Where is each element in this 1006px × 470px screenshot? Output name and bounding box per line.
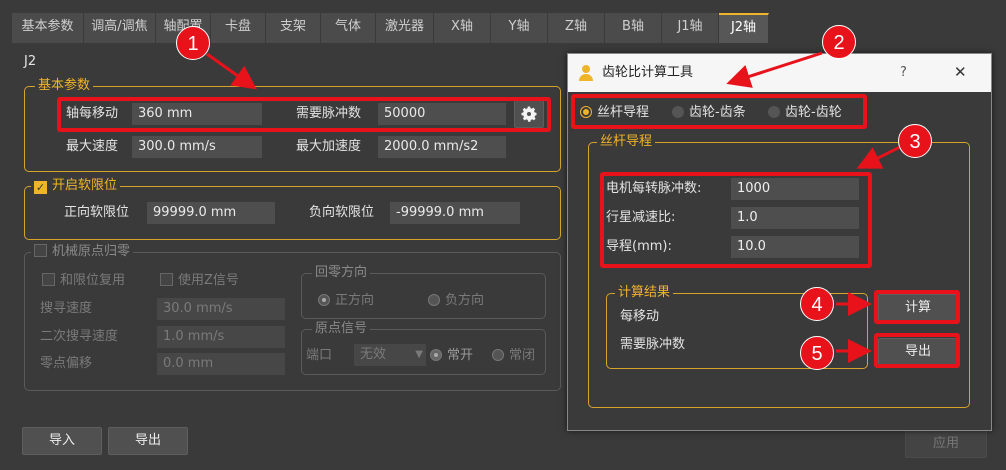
tab-12[interactable]: J2轴 — [719, 13, 769, 43]
tab-1[interactable]: 调高/调焦 — [84, 13, 156, 43]
port-select-value: 无效 — [360, 347, 387, 362]
tab-8[interactable]: Y轴 — [491, 13, 548, 43]
result-move-label: 每移动 — [620, 309, 660, 324]
max-accel-label: 最大加速度 — [296, 139, 362, 154]
dir-positive-radio[interactable] — [318, 294, 330, 306]
annotation-box-2 — [571, 94, 867, 129]
and-limit-checkbox[interactable] — [42, 273, 55, 286]
offset-label: 零点偏移 — [40, 356, 93, 371]
search-speed-label: 搜寻速度 — [40, 301, 93, 316]
annotation-arrow-1 — [206, 52, 257, 90]
dialog-title-bar[interactable]: 齿轮比计算工具 ? ✕ — [568, 54, 991, 92]
tab-bar: 基本参数 调高/调焦 轴配置 卡盘 支架 气体 激光器 X轴 Y轴 Z轴 B轴 J1轴 J2轴 — [12, 13, 769, 43]
use-z-checkbox[interactable] — [160, 273, 173, 286]
port-label: 端口 — [306, 348, 333, 363]
dialog-title: 齿轮比计算工具 — [602, 65, 694, 80]
pos-limit-field[interactable]: 99999.0 mm — [147, 202, 275, 224]
normally-open-radio[interactable] — [430, 349, 442, 361]
port-select[interactable]: 无效 ▼ — [354, 344, 426, 366]
use-z-option[interactable]: 使用Z信号 — [160, 272, 239, 290]
tab-10[interactable]: B轴 — [605, 13, 662, 43]
annotation-badge-1: 1 — [176, 26, 210, 60]
chevron-down-icon: ▼ — [415, 349, 423, 360]
pos-limit-label: 正向软限位 — [64, 205, 130, 220]
dir-negative-radio[interactable] — [428, 294, 440, 306]
dialog-close-button[interactable]: ✕ — [954, 63, 967, 81]
tab-5[interactable]: 气体 — [321, 13, 376, 43]
use-z-text: 使用Z信号 — [178, 273, 239, 288]
dir-positive-text: 正方向 — [335, 293, 375, 308]
axis-title: J2 — [24, 54, 37, 69]
apply-button[interactable]: 应用 — [905, 430, 987, 458]
normally-closed-radio[interactable] — [492, 349, 504, 361]
search-speed-field[interactable]: 30.0 mm/s — [157, 298, 285, 320]
user-icon — [579, 65, 593, 81]
basic-params-legend: 基本参数 — [35, 78, 94, 94]
normally-open-option[interactable]: 常开 — [430, 347, 473, 365]
soft-limit-checkbox[interactable]: ✓ — [34, 181, 47, 194]
max-speed-field[interactable]: 300.0 mm/s — [132, 136, 262, 158]
lead-screw-legend: 丝杆导程 — [597, 134, 656, 150]
homing-checkbox[interactable] — [34, 244, 47, 257]
annotation-box-4 — [874, 290, 960, 324]
annotation-box-3 — [600, 172, 872, 268]
normally-closed-option[interactable]: 常闭 — [492, 347, 535, 365]
tab-3[interactable]: 卡盘 — [211, 13, 266, 43]
second-speed-label: 二次搜寻速度 — [40, 329, 119, 344]
export-button[interactable]: 导出 — [108, 427, 188, 455]
annotation-badge-2: 2 — [822, 25, 856, 59]
dialog-help-button[interactable]: ? — [900, 64, 907, 82]
max-accel-field[interactable]: 2000.0 mm/s2 — [378, 136, 506, 158]
tab-4[interactable]: 支架 — [266, 13, 321, 43]
tab-11[interactable]: J1轴 — [662, 13, 719, 43]
soft-limit-legend-text: 开启软限位 — [52, 178, 118, 193]
home-direction-legend: 回零方向 — [312, 265, 371, 281]
result-legend: 计算结果 — [615, 285, 674, 301]
normally-closed-text: 常闭 — [509, 348, 536, 363]
annotation-badge-3: 3 — [898, 124, 932, 158]
annotation-box-5 — [874, 333, 960, 368]
home-signal-legend: 原点信号 — [312, 321, 371, 337]
homing-legend-text: 机械原点归零 — [52, 244, 131, 259]
normally-open-text: 常开 — [447, 348, 474, 363]
dir-positive-option[interactable]: 正方向 — [318, 292, 374, 310]
import-button[interactable]: 导入 — [22, 427, 102, 455]
tab-0[interactable]: 基本参数 — [12, 13, 84, 43]
tab-9[interactable]: Z轴 — [548, 13, 605, 43]
soft-limit-legend[interactable]: ✓ 开启软限位 — [31, 178, 121, 194]
max-speed-label: 最大速度 — [66, 139, 119, 154]
and-limit-option[interactable]: 和限位复用 — [42, 272, 125, 290]
tab-7[interactable]: X轴 — [434, 13, 491, 43]
dir-negative-text: 负方向 — [445, 293, 485, 308]
annotation-box-1 — [57, 97, 551, 132]
annotation-badge-5: 5 — [800, 336, 834, 370]
result-pulses-label: 需要脉冲数 — [620, 337, 686, 352]
neg-limit-field[interactable]: -99999.0 mm — [390, 202, 520, 224]
tab-6[interactable]: 激光器 — [376, 13, 434, 43]
offset-field[interactable]: 0.0 mm — [157, 353, 285, 375]
homing-legend: 机械原点归零 — [31, 244, 134, 260]
dir-negative-option[interactable]: 负方向 — [428, 292, 484, 310]
annotation-badge-4: 4 — [800, 287, 834, 321]
second-speed-field[interactable]: 1.0 mm/s — [157, 326, 285, 348]
and-limit-text: 和限位复用 — [60, 273, 126, 288]
neg-limit-label: 负向软限位 — [309, 205, 375, 220]
